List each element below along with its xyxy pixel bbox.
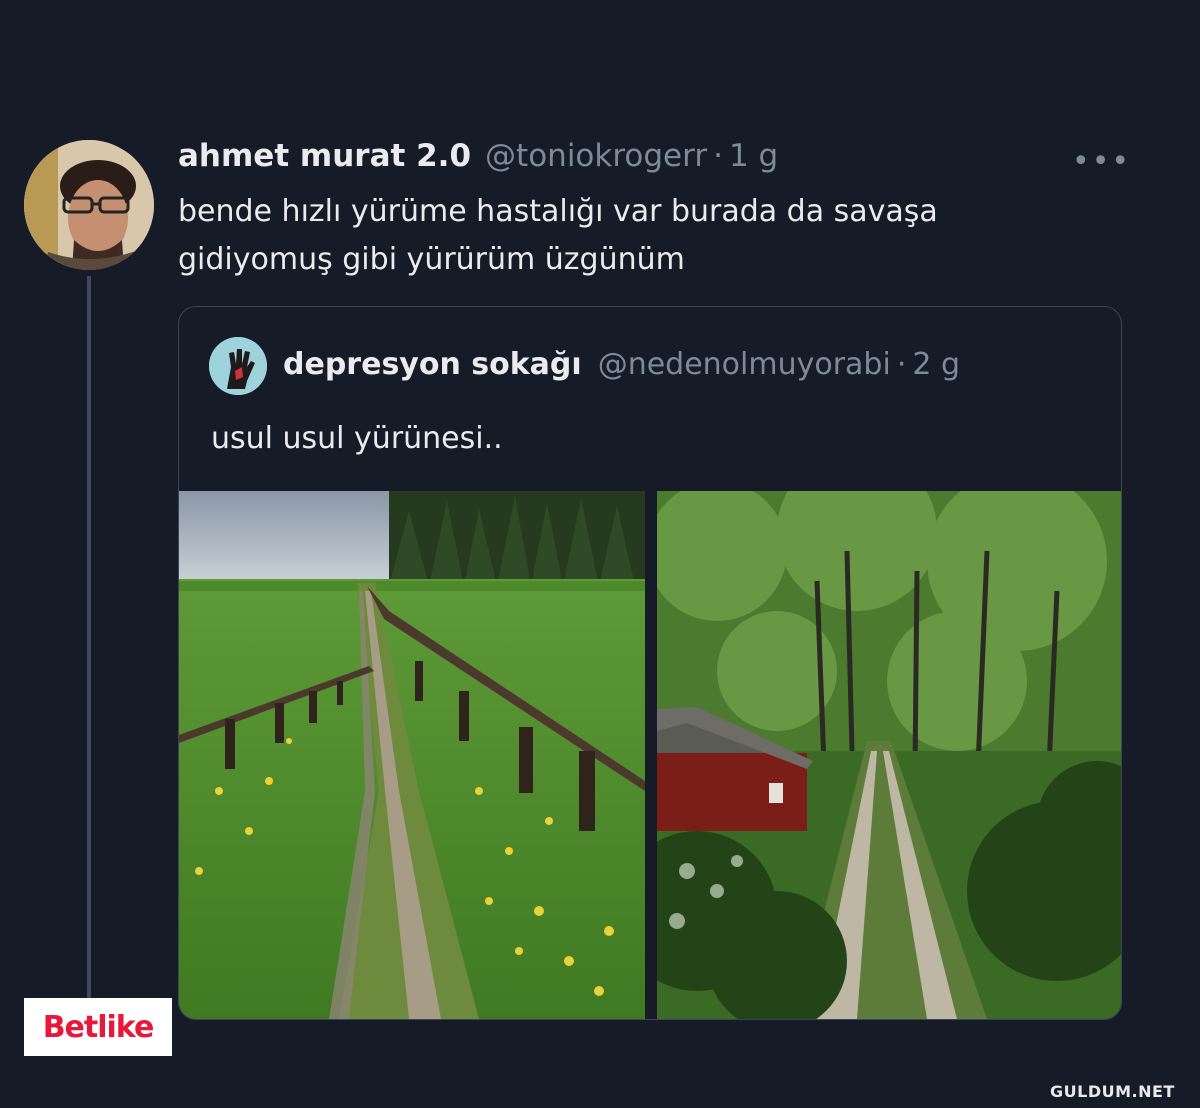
meadow-path-image xyxy=(179,491,645,1019)
quoted-tweet-card[interactable]: depresyon sokağı @nedenolmuyorabi · 2 g … xyxy=(178,306,1122,1020)
tweet-header: ahmet murat 2.0 @toniokrogerr · 1 g xyxy=(178,138,778,182)
brand-logo: Betlike xyxy=(24,998,172,1056)
hand-icon xyxy=(209,337,267,395)
tweet-time[interactable]: 1 g xyxy=(729,138,778,174)
quoted-header-separator: · xyxy=(896,347,907,382)
quoted-author-handle[interactable]: @nedenolmuyorabi xyxy=(598,347,891,382)
more-options-icon[interactable]: ••• xyxy=(1072,144,1131,179)
quoted-tweet-header: depresyon sokağı @nedenolmuyorabi · 2 g xyxy=(283,347,960,382)
author-avatar-photo xyxy=(24,140,154,270)
tweet-text: bende hızlı yürüme hastalığı var burada … xyxy=(178,194,938,277)
quoted-tweet-text: usul usul yürünesi.. xyxy=(211,421,503,456)
author-name[interactable]: ahmet murat 2.0 xyxy=(178,138,471,174)
brand-logo-text: Betlike xyxy=(42,1009,155,1045)
forest-path-image xyxy=(657,491,1121,1019)
quoted-author-avatar[interactable] xyxy=(209,337,267,395)
header-separator: · xyxy=(713,138,723,174)
site-watermark: GULDUM.NET xyxy=(1050,1082,1175,1101)
quoted-author-name[interactable]: depresyon sokağı xyxy=(283,347,582,382)
thread-line xyxy=(87,276,91,1000)
author-avatar[interactable] xyxy=(24,140,154,270)
quoted-tweet-time[interactable]: 2 g xyxy=(912,347,960,382)
quoted-photo-meadow[interactable] xyxy=(179,491,645,1019)
quoted-photo-forest[interactable] xyxy=(657,491,1121,1019)
author-handle[interactable]: @toniokrogerr xyxy=(485,138,707,174)
